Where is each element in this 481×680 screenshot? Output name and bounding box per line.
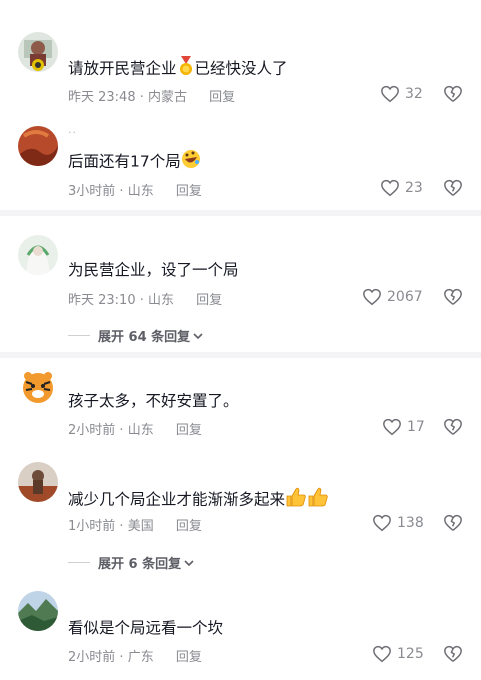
comment-time: 2小时前 <box>68 423 116 438</box>
comment-meta: 昨天 23:10 · 山东 回复 <box>68 289 222 308</box>
comment-text: 孩子太多，不好安置了。 <box>68 392 239 410</box>
broken-heart-icon <box>444 418 462 435</box>
broken-heart-icon <box>444 85 462 102</box>
expand-replies-button[interactable]: 展开 6 条回复 <box>68 553 195 572</box>
chevron-down-icon <box>193 332 203 339</box>
dislike-button[interactable] <box>443 85 463 107</box>
reply-button[interactable]: 回复 <box>176 184 202 199</box>
avatar[interactable] <box>18 591 58 631</box>
expand-replies-button[interactable]: 展开 64 条回复 <box>68 326 204 345</box>
like-count: 23 <box>405 180 423 196</box>
comment-time: 3小时前 <box>68 184 116 199</box>
meta-dot: · <box>115 650 128 665</box>
comment-meta: 1小时前 · 美国 回复 <box>68 515 202 534</box>
comment-time: 2小时前 <box>68 650 116 665</box>
comment-text: 后面还有17个局 <box>68 149 201 175</box>
avatar[interactable] <box>18 462 58 502</box>
comment-meta: 3小时前 · 山东 回复 <box>68 180 202 199</box>
comment-text: 为民营企业，设了一个局 <box>68 261 239 279</box>
heart-outline-icon <box>373 645 391 663</box>
heart-outline-icon <box>383 418 401 436</box>
comment-location: 美国 <box>127 519 154 534</box>
broken-heart-icon <box>444 288 462 305</box>
expand-replies-label: 展开 64 条回复 <box>98 330 191 345</box>
avatar[interactable] <box>18 126 58 166</box>
comment-text: 减少几个局企业才能渐渐多起来 <box>68 486 329 514</box>
reply-button[interactable]: 回复 <box>176 519 202 534</box>
like-count: 17 <box>407 419 425 435</box>
medal-icon <box>177 56 195 82</box>
expand-replies-label: 展开 6 条回复 <box>98 557 182 572</box>
expand-line <box>68 562 90 563</box>
heart-outline-icon <box>363 288 381 306</box>
reply-button[interactable]: 回复 <box>196 293 222 308</box>
meta-dot: · <box>135 293 149 308</box>
like-button[interactable]: 2067 <box>362 288 423 306</box>
comment-meta: 昨天 23:48 · 内蒙古 回复 <box>68 86 235 105</box>
comment-location: 山东 <box>148 293 175 308</box>
heart-outline-icon <box>373 514 391 532</box>
like-button[interactable]: 32 <box>380 85 423 103</box>
broken-heart-icon <box>444 179 462 196</box>
comment-meta: 2小时前 · 广东 回复 <box>68 646 202 665</box>
chevron-down-icon <box>184 559 194 566</box>
meta-dot: · <box>115 519 128 534</box>
comment-time: 昨天 23:10 <box>68 293 136 308</box>
comment-location: 山东 <box>127 423 154 438</box>
comment-location: 广东 <box>127 650 154 665</box>
section-divider <box>0 210 481 216</box>
avatar[interactable] <box>18 368 58 408</box>
like-button[interactable]: 125 <box>372 645 424 663</box>
expand-line <box>68 335 90 336</box>
section-divider <box>0 352 481 358</box>
dislike-button[interactable] <box>443 514 463 536</box>
reply-button[interactable]: 回复 <box>176 650 202 665</box>
like-count: 2067 <box>387 289 423 305</box>
meta-dot: · <box>135 90 149 105</box>
reply-button[interactable]: 回复 <box>209 90 235 105</box>
comment-location: 山东 <box>127 184 154 199</box>
dislike-button[interactable] <box>443 645 463 667</box>
comment-time: 1小时前 <box>68 519 116 534</box>
like-count: 138 <box>397 515 424 531</box>
comment-meta: 2小时前 · 山东 回复 <box>68 419 202 438</box>
reply-button[interactable]: 回复 <box>176 423 202 438</box>
comment-text: 请放开民营企业 已经快没人了 <box>68 56 288 82</box>
dislike-button[interactable] <box>443 288 463 310</box>
comment-time: 昨天 23:48 <box>68 90 136 105</box>
broken-heart-icon <box>444 514 462 531</box>
like-count: 125 <box>397 646 424 662</box>
broken-heart-icon <box>444 645 462 662</box>
username: ·· <box>68 126 77 136</box>
like-button[interactable]: 17 <box>382 418 425 436</box>
heart-outline-icon <box>381 179 399 197</box>
meta-dot: · <box>115 184 128 199</box>
dislike-button[interactable] <box>443 418 463 440</box>
avatar[interactable] <box>18 235 58 275</box>
comment-text: 看似是个局远看一个坎 <box>68 619 224 637</box>
dislike-button[interactable] <box>443 179 463 201</box>
rofl-emoji-icon <box>181 149 201 175</box>
like-button[interactable]: 138 <box>372 514 424 532</box>
comment-location: 内蒙古 <box>148 90 188 105</box>
avatar[interactable] <box>18 32 58 72</box>
like-count: 32 <box>405 86 423 102</box>
thumbs-up-icon <box>285 486 329 514</box>
like-button[interactable]: 23 <box>380 179 423 197</box>
heart-outline-icon <box>381 85 399 103</box>
meta-dot: · <box>115 423 128 438</box>
